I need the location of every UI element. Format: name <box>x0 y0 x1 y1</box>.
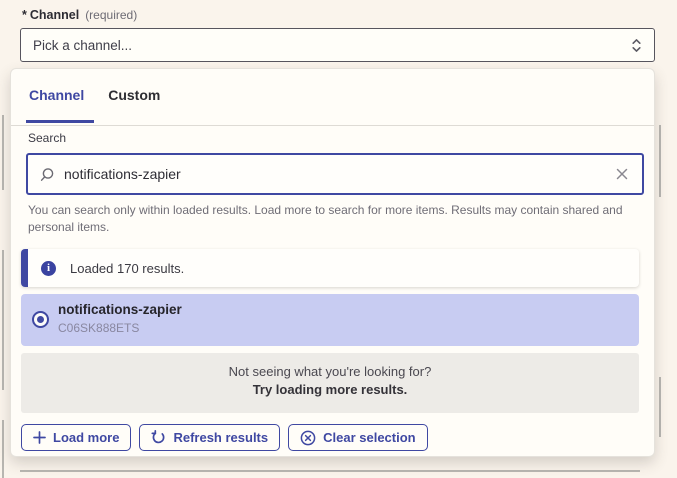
loaded-results-alert: i Loaded 170 results. <box>21 249 639 287</box>
clear-search-icon[interactable] <box>614 166 630 182</box>
radio-selected-icon[interactable] <box>32 311 49 328</box>
hint-line-2: Try loading more results. <box>21 382 639 397</box>
tab-channel[interactable]: Channel <box>29 87 84 117</box>
background-field-border-left-2 <box>2 250 4 390</box>
search-icon <box>40 167 55 182</box>
background-field-border-bottom <box>20 470 640 472</box>
radio-dot <box>37 316 44 323</box>
result-row-notifications-zapier[interactable]: notifications-zapier C06SK888ETS <box>21 294 639 346</box>
load-more-button[interactable]: Load more <box>21 424 131 451</box>
refresh-icon <box>151 430 166 445</box>
empty-hint-box: Not seeing what you're looking for? Try … <box>21 353 639 413</box>
channel-select[interactable]: Pick a channel... <box>20 28 655 62</box>
clear-selection-button[interactable]: Clear selection <box>288 424 428 451</box>
background-field-border-right-1 <box>659 125 661 197</box>
tab-bar: Channel Custom <box>29 87 160 117</box>
alert-text: Loaded 170 results. <box>70 261 184 276</box>
hint-line-1: Not seeing what you're looking for? <box>21 364 639 379</box>
alert-accent-bar <box>21 249 28 287</box>
action-button-row: Load more Refresh results Clear selectio… <box>21 424 428 451</box>
channel-dropdown-panel: Channel Custom Search You can search onl… <box>10 68 655 457</box>
background-field-border-left-3 <box>2 420 4 478</box>
info-icon: i <box>41 261 56 276</box>
tab-custom[interactable]: Custom <box>108 87 160 117</box>
result-name: notifications-zapier <box>58 302 182 317</box>
refresh-results-label: Refresh results <box>173 430 268 445</box>
load-more-label: Load more <box>53 430 119 445</box>
field-label-text: Channel <box>30 8 79 22</box>
search-input[interactable] <box>64 166 614 182</box>
background-field-border-left-1 <box>2 115 4 190</box>
plus-icon <box>33 431 46 444</box>
search-helper-text: You can search only within loaded result… <box>28 202 632 236</box>
channel-field-label: *Channel (required) <box>22 8 137 22</box>
required-asterisk: * <box>22 8 27 22</box>
result-id: C06SK888ETS <box>58 321 139 335</box>
screen: *Channel(required) Pick a channel... Cha… <box>0 0 677 478</box>
tabs-divider <box>11 125 654 126</box>
search-label: Search <box>28 131 66 145</box>
up-down-chevrons-icon <box>631 37 642 54</box>
clear-circle-icon <box>300 430 316 446</box>
channel-select-placeholder: Pick a channel... <box>33 38 631 53</box>
required-note: (required) <box>85 8 137 22</box>
clear-selection-label: Clear selection <box>323 430 416 445</box>
active-tab-underline <box>26 120 94 123</box>
background-field-border-right-2 <box>659 377 661 437</box>
refresh-results-button[interactable]: Refresh results <box>139 424 280 451</box>
search-box <box>26 153 644 195</box>
